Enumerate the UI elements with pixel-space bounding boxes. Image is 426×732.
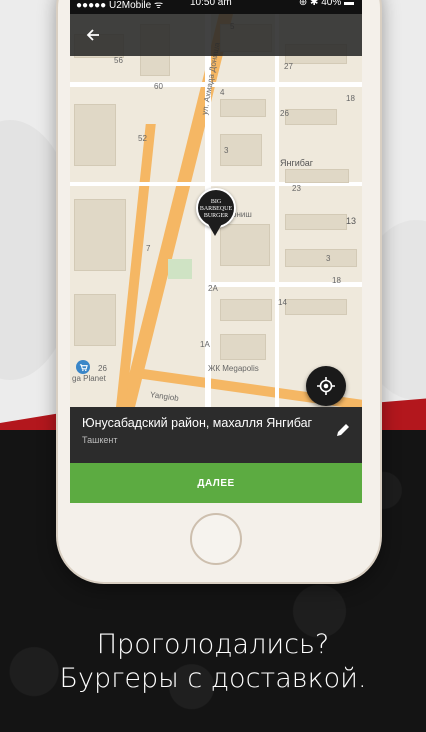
building	[74, 199, 126, 271]
house-number: 52	[138, 134, 147, 143]
building	[220, 299, 272, 321]
crosshair-icon	[317, 377, 335, 395]
promo-tagline: Проголодались? Бургеры с доставкой.	[0, 628, 426, 696]
building	[285, 299, 347, 315]
house-number: 26	[280, 109, 289, 118]
restaurant-location-pin[interactable]: BIG BARBEQUE BURGER	[196, 188, 236, 250]
district-label: Янгибаг	[280, 158, 314, 168]
next-button[interactable]: ДАЛЕЕ	[70, 463, 362, 503]
building	[285, 169, 349, 183]
street	[275, 14, 279, 407]
house-number: 3	[326, 254, 331, 263]
shop-label: ga Planet	[72, 374, 106, 383]
poi-label: ЖК Megapolis	[208, 364, 259, 373]
edit-address-button[interactable]	[332, 419, 354, 441]
map-view[interactable]: 60 52 7 3 4 26 23 18 14 2A 1A 27 13 26 3…	[70, 14, 362, 407]
house-number: 7	[146, 244, 151, 253]
building	[285, 214, 347, 230]
back-button[interactable]	[80, 22, 106, 48]
house-number: 18	[332, 276, 341, 285]
house-number: 56	[114, 56, 123, 65]
house-number: 4	[220, 88, 225, 97]
building	[285, 249, 357, 267]
cart-icon	[76, 360, 90, 374]
arrow-left-icon	[86, 29, 99, 41]
building	[285, 109, 337, 125]
battery: ⊕ ✱ 40% ▬	[298, 0, 354, 8]
building	[220, 334, 266, 360]
address-city: Ташкент	[82, 435, 118, 445]
house-number: 23	[292, 184, 301, 193]
park	[168, 259, 192, 279]
house-number: 60	[154, 82, 163, 91]
house-number: 1A	[200, 340, 210, 349]
road-label: Yangiob	[149, 390, 180, 403]
pin-tail	[207, 222, 223, 236]
house-number: 26	[98, 364, 107, 373]
tagline-line-1: Проголодались?	[96, 629, 330, 660]
status-bar: ●●●●● U2Mobile ᯤ 10:50 am ⊕ ✱ 40% ▬	[70, 0, 362, 14]
phone-home-button	[190, 513, 242, 565]
clock: 10:50 am	[190, 0, 232, 8]
house-number: 18	[346, 94, 355, 103]
tagline-line-2: Бургеры с доставкой.	[59, 663, 367, 694]
house-number: 14	[278, 298, 287, 307]
building	[74, 104, 116, 166]
logo-text: BIG BARBEQUE BURGER	[199, 199, 233, 219]
building	[74, 294, 116, 346]
my-location-button[interactable]	[306, 366, 346, 406]
address-bar: Юнусабадский район, махалля Янгибаг Ташк…	[70, 407, 362, 463]
house-number: 27	[284, 62, 293, 71]
carrier: ●●●●● U2Mobile ᯤ	[76, 0, 164, 11]
top-app-bar	[70, 14, 362, 56]
pencil-icon	[337, 424, 349, 436]
house-number: 2A	[208, 284, 218, 293]
building	[220, 99, 266, 117]
house-number: 13	[346, 216, 357, 226]
app-screen: 60 52 7 3 4 26 23 18 14 2A 1A 27 13 26 3…	[70, 0, 362, 503]
address-main: Юнусабадский район, махалля Янгибаг	[82, 416, 313, 430]
street	[70, 82, 362, 87]
house-number: 3	[224, 146, 229, 155]
